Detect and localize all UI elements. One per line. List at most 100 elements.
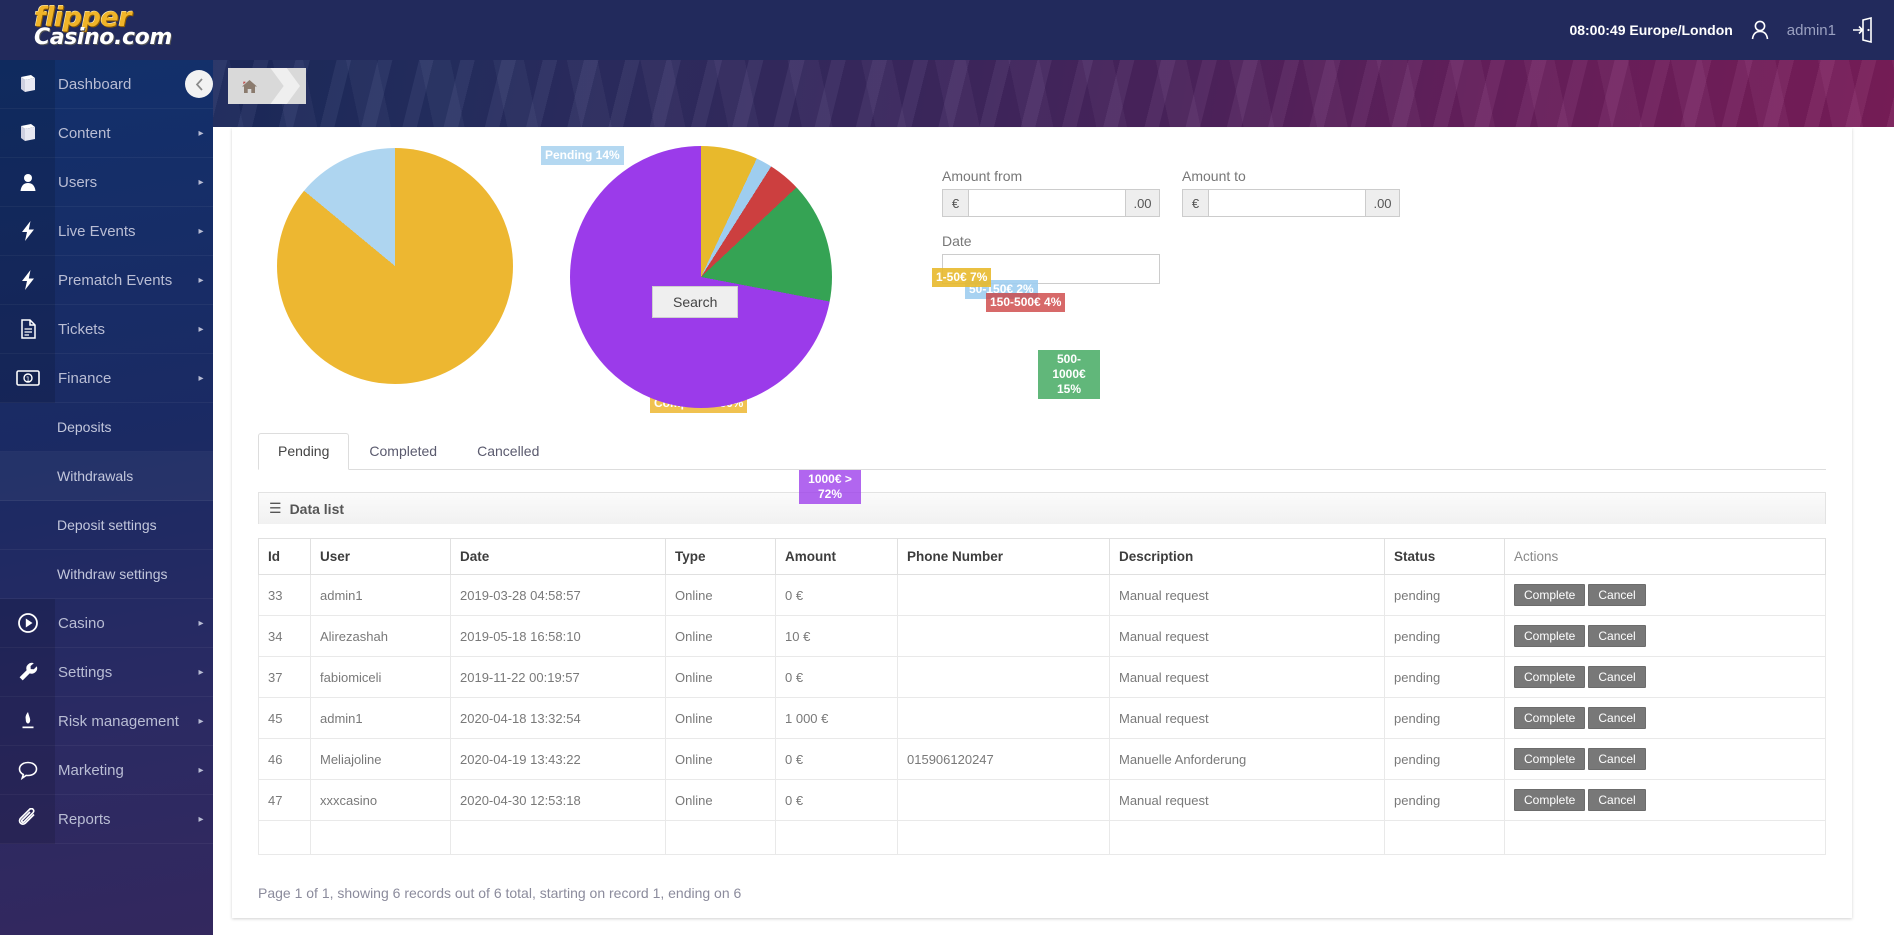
sidebar-item-settings[interactable]: Settings ▸: [0, 647, 213, 697]
sidebar-item-label: Prematch Events: [58, 271, 173, 289]
tab-pending[interactable]: Pending: [258, 433, 350, 470]
cancel-button[interactable]: Cancel: [1588, 625, 1646, 647]
chevron-right-icon: ▸: [198, 127, 204, 139]
row-id: 47: [258, 779, 311, 821]
tab-completed[interactable]: Completed: [349, 433, 457, 470]
logout-icon[interactable]: [1850, 16, 1876, 44]
row-type: Online: [665, 697, 776, 739]
column-header-user: User: [310, 538, 451, 575]
chevron-right-icon: ▸: [198, 715, 204, 727]
row-description: Manual request: [1109, 697, 1385, 739]
cancel-button[interactable]: Cancel: [1588, 789, 1646, 811]
page-banner: [213, 60, 1894, 127]
column-header-phone-number: Phone Number: [897, 538, 1110, 575]
bolt-icon: [0, 255, 55, 305]
breadcrumb-home-button[interactable]: [228, 68, 270, 104]
sidebar-item-live-events[interactable]: Live Events ▸: [0, 206, 213, 256]
pie1-label-pending: Pending 14%: [541, 146, 624, 165]
amount-from-input[interactable]: [968, 189, 1126, 217]
row-description: Manual request: [1109, 656, 1385, 698]
currency-icon-to: €: [1182, 189, 1208, 217]
empty-cell: [450, 820, 666, 855]
amount-to-input[interactable]: [1208, 189, 1366, 217]
sidebar-item-prematch-events[interactable]: Prematch Events ▸: [0, 255, 213, 305]
chevron-right-icon: ▸: [198, 176, 204, 188]
sidebar-item-tickets[interactable]: Tickets ▸: [0, 304, 213, 354]
empty-cell: [665, 820, 776, 855]
row-type: Online: [665, 574, 776, 616]
complete-button[interactable]: Complete: [1514, 584, 1586, 606]
row-description: Manual request: [1109, 779, 1385, 821]
row-status: pending: [1384, 697, 1505, 739]
book-icon: [0, 108, 55, 158]
sidebar-item-label: Live Events: [58, 222, 136, 240]
column-header-actions: Actions: [1504, 538, 1826, 575]
sidebar-subitem-deposit-settings[interactable]: Deposit settings: [0, 501, 213, 550]
sidebar-item-dashboard[interactable]: Dashboard▸: [0, 59, 213, 109]
pie2-label-1000-plus: 1000€ > 72%: [799, 470, 861, 504]
row-phone: [897, 697, 1110, 739]
complete-button[interactable]: Complete: [1514, 789, 1586, 811]
row-status: pending: [1384, 779, 1505, 821]
complete-button[interactable]: Complete: [1514, 748, 1586, 770]
sidebar-item-label: Finance: [58, 369, 112, 387]
sidebar-item-finance[interactable]: 1 Finance ▸: [0, 353, 213, 403]
complete-button[interactable]: Complete: [1514, 707, 1586, 729]
empty-cell: [258, 820, 311, 855]
current-user-label: admin1: [1786, 21, 1836, 39]
row-type: Online: [665, 738, 776, 780]
sidebar-item-content[interactable]: Content ▸: [0, 108, 213, 158]
paperclip-icon: [0, 794, 55, 844]
row-user: xxxcasino: [310, 779, 451, 821]
home-icon: [241, 79, 257, 93]
complete-button[interactable]: Complete: [1514, 625, 1586, 647]
row-phone: 015906120247: [897, 738, 1110, 780]
pagination-summary: Page 1 of 1, showing 6 records out of 6 …: [258, 885, 742, 901]
content-card: Pending 14% Completed 86% 1-50€ 7% 50-15…: [232, 128, 1852, 918]
row-status: pending: [1384, 656, 1505, 698]
sidebar-item-risk-management[interactable]: Risk management ▸: [0, 696, 213, 746]
brand-logo[interactable]: flipper Casino.com: [34, 4, 214, 56]
cancel-button[interactable]: Cancel: [1588, 584, 1646, 606]
amount-to-group: Amount to € .00: [1182, 168, 1400, 217]
decimals-suffix-to: .00: [1366, 189, 1400, 217]
app-root: flipper Casino.com 08:00:49 Europe/Londo…: [0, 0, 1894, 935]
table-header-row: Id User Date Type Amount Phone Number Descript…: [258, 538, 1826, 575]
row-actions: Complete Cancel: [1504, 779, 1826, 821]
column-header-id: Id: [258, 538, 311, 575]
chevron-right-icon: ▸: [198, 764, 204, 776]
sidebar-subitem-withdraw-settings[interactable]: Withdraw settings: [0, 550, 213, 599]
sidebar-item-reports[interactable]: Reports ▸: [0, 794, 213, 844]
row-actions: Complete Cancel: [1504, 738, 1826, 780]
chat-icon: [0, 745, 55, 795]
sidebar-item-marketing[interactable]: Marketing ▸: [0, 745, 213, 795]
sidebar-item-label: Casino: [58, 614, 105, 632]
bolt-icon: [0, 206, 55, 256]
sidebar-item-casino[interactable]: Casino ▸: [0, 598, 213, 648]
sidebar-subitem-deposits[interactable]: Deposits: [0, 403, 213, 452]
complete-button[interactable]: Complete: [1514, 666, 1586, 688]
row-user: Alirezashah: [310, 615, 451, 657]
tab-cancelled[interactable]: Cancelled: [457, 433, 559, 470]
sidebar-subitem-label: Withdraw settings: [57, 566, 168, 582]
sidebar-item-label: Users: [58, 173, 98, 191]
cancel-button[interactable]: Cancel: [1588, 666, 1646, 688]
chevron-right-icon: ▸: [198, 274, 204, 286]
sidebar-collapse-button[interactable]: [185, 70, 213, 98]
column-header-status: Status: [1384, 538, 1505, 575]
table-row: 46 Meliajoline 2020-04-19 13:43:22 Online 0 …: [258, 738, 1826, 780]
row-id: 46: [258, 738, 311, 780]
search-button[interactable]: Search: [652, 286, 739, 318]
cancel-button[interactable]: Cancel: [1588, 707, 1646, 729]
empty-cell: [1384, 820, 1505, 855]
row-actions: Complete Cancel: [1504, 574, 1826, 616]
cancel-button[interactable]: Cancel: [1588, 748, 1646, 770]
breadcrumb: [228, 68, 306, 104]
sidebar-item-users[interactable]: Users ▸: [0, 157, 213, 207]
column-header-date: Date: [450, 538, 666, 575]
sidebar-subitem-withdrawals[interactable]: Withdrawals: [0, 452, 213, 501]
column-header-description: Description: [1109, 538, 1385, 575]
pie2-label-500-1000: 500-1000€ 15%: [1038, 350, 1100, 399]
row-phone: [897, 574, 1110, 616]
row-user: fabiomiceli: [310, 656, 451, 698]
